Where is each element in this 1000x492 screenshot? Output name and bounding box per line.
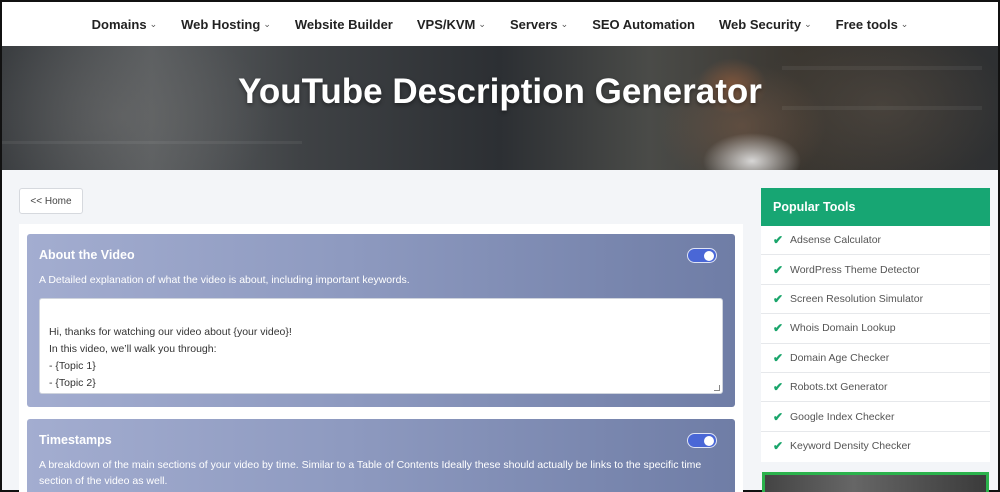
nav-item-label: Web Security	[719, 16, 802, 32]
nav-item-label: Domains	[91, 16, 147, 32]
nav-item-label: VPS/KVM	[416, 16, 476, 32]
section-title: Timestamps	[39, 433, 112, 447]
sidebar-item-google-index-checker[interactable]: ✔ Google Index Checker	[761, 402, 990, 432]
about-video-textarea[interactable]: Hi, thanks for watching our video about …	[39, 298, 723, 394]
section-description: A Detailed explanation of what the video…	[39, 274, 410, 286]
sidebar-item-screen-resolution-simulator[interactable]: ✔ Screen Resolution Simulator	[761, 285, 990, 315]
sidebar-item-label: Robots.txt Generator	[790, 381, 888, 394]
sidebar-item-keyword-density-checker[interactable]: ✔ Keyword Density Checker	[761, 432, 990, 461]
nav-item-free-tools[interactable]: Free tools ⌄	[824, 17, 921, 32]
popular-tools-sidebar: Popular Tools ✔ Adsense Calculator ✔ Wor…	[761, 188, 990, 462]
section-title: About the Video	[39, 248, 135, 262]
sidebar-item-label: Keyword Density Checker	[790, 440, 911, 453]
chevron-down-icon: ⌄	[560, 18, 569, 29]
nav-item-website-builder[interactable]: Website Builder	[283, 17, 405, 32]
chevron-down-icon: ⌄	[263, 18, 271, 29]
hero-decoration	[2, 141, 302, 144]
hero-banner: YouTube Description Generator	[2, 46, 998, 170]
check-icon: ✔	[773, 321, 784, 336]
sidebar-item-robots-txt-generator[interactable]: ✔ Robots.txt Generator	[761, 373, 990, 403]
check-icon: ✔	[773, 291, 784, 306]
nav-item-web-hosting[interactable]: Web Hosting ⌄	[169, 17, 283, 32]
nav-item-label: Free tools	[835, 16, 898, 32]
chevron-down-icon: ⌄	[149, 18, 158, 29]
page-title: YouTube Description Generator	[238, 72, 762, 111]
sidebar-item-label: Screen Resolution Simulator	[790, 292, 924, 305]
nav-item-web-security[interactable]: Web Security ⌄	[707, 17, 824, 32]
nav-item-vps-kvm[interactable]: VPS/KVM ⌄	[405, 17, 498, 32]
textarea-content: Hi, thanks for watching our video about …	[49, 326, 292, 389]
sidebar-item-label: WordPress Theme Detector	[790, 263, 920, 276]
sidebar-item-label: Adsense Calculator	[790, 234, 882, 247]
nav-item-label: Servers	[509, 16, 558, 32]
section-toggle[interactable]	[687, 433, 717, 448]
nav-item-label: SEO Automation	[592, 16, 695, 32]
nav-item-seo-automation[interactable]: SEO Automation	[580, 17, 707, 32]
check-icon: ✔	[773, 409, 784, 424]
nav-item-domains[interactable]: Domains ⌄	[80, 17, 169, 32]
sidebar-item-label: Whois Domain Lookup	[790, 322, 896, 335]
nav-item-label: Web Hosting	[181, 16, 261, 32]
main-content: About the Video A Detailed explanation o…	[19, 224, 743, 492]
sidebar-item-label: Domain Age Checker	[790, 351, 890, 364]
sidebar-item-label: Google Index Checker	[790, 410, 895, 423]
section-toggle[interactable]	[687, 248, 717, 263]
sidebar-item-domain-age-checker[interactable]: ✔ Domain Age Checker	[761, 344, 990, 373]
check-icon: ✔	[773, 439, 784, 454]
nav-item-servers[interactable]: Servers ⌄	[498, 17, 580, 32]
sidebar-title: Popular Tools	[761, 188, 990, 226]
toggle-knob	[704, 250, 714, 261]
check-icon: ✔	[773, 350, 784, 365]
section-timestamps: Timestamps A breakdown of the main secti…	[27, 419, 735, 492]
check-icon: ✔	[773, 380, 784, 395]
sidebar-banner-image[interactable]	[762, 472, 989, 492]
sidebar-item-whois-domain-lookup[interactable]: ✔ Whois Domain Lookup	[761, 314, 990, 344]
nav-item-label: Website Builder	[294, 16, 393, 32]
check-icon: ✔	[773, 262, 784, 277]
section-description: A breakdown of the main sections of your…	[39, 459, 702, 487]
top-navigation: Domains ⌄ Web Hosting ⌄ Website Builder …	[2, 2, 998, 46]
sidebar-item-adsense-calculator[interactable]: ✔ Adsense Calculator	[761, 226, 990, 256]
sidebar-item-wordpress-theme-detector[interactable]: ✔ WordPress Theme Detector	[761, 255, 990, 285]
chevron-down-icon: ⌄	[478, 18, 486, 29]
chevron-down-icon: ⌄	[804, 18, 812, 29]
section-about-video: About the Video A Detailed explanation o…	[27, 234, 735, 407]
check-icon: ✔	[773, 233, 784, 248]
home-button[interactable]: << Home	[19, 188, 83, 214]
resize-grip-icon[interactable]	[714, 385, 720, 391]
chevron-down-icon: ⌄	[900, 18, 909, 29]
toggle-knob	[704, 435, 714, 446]
